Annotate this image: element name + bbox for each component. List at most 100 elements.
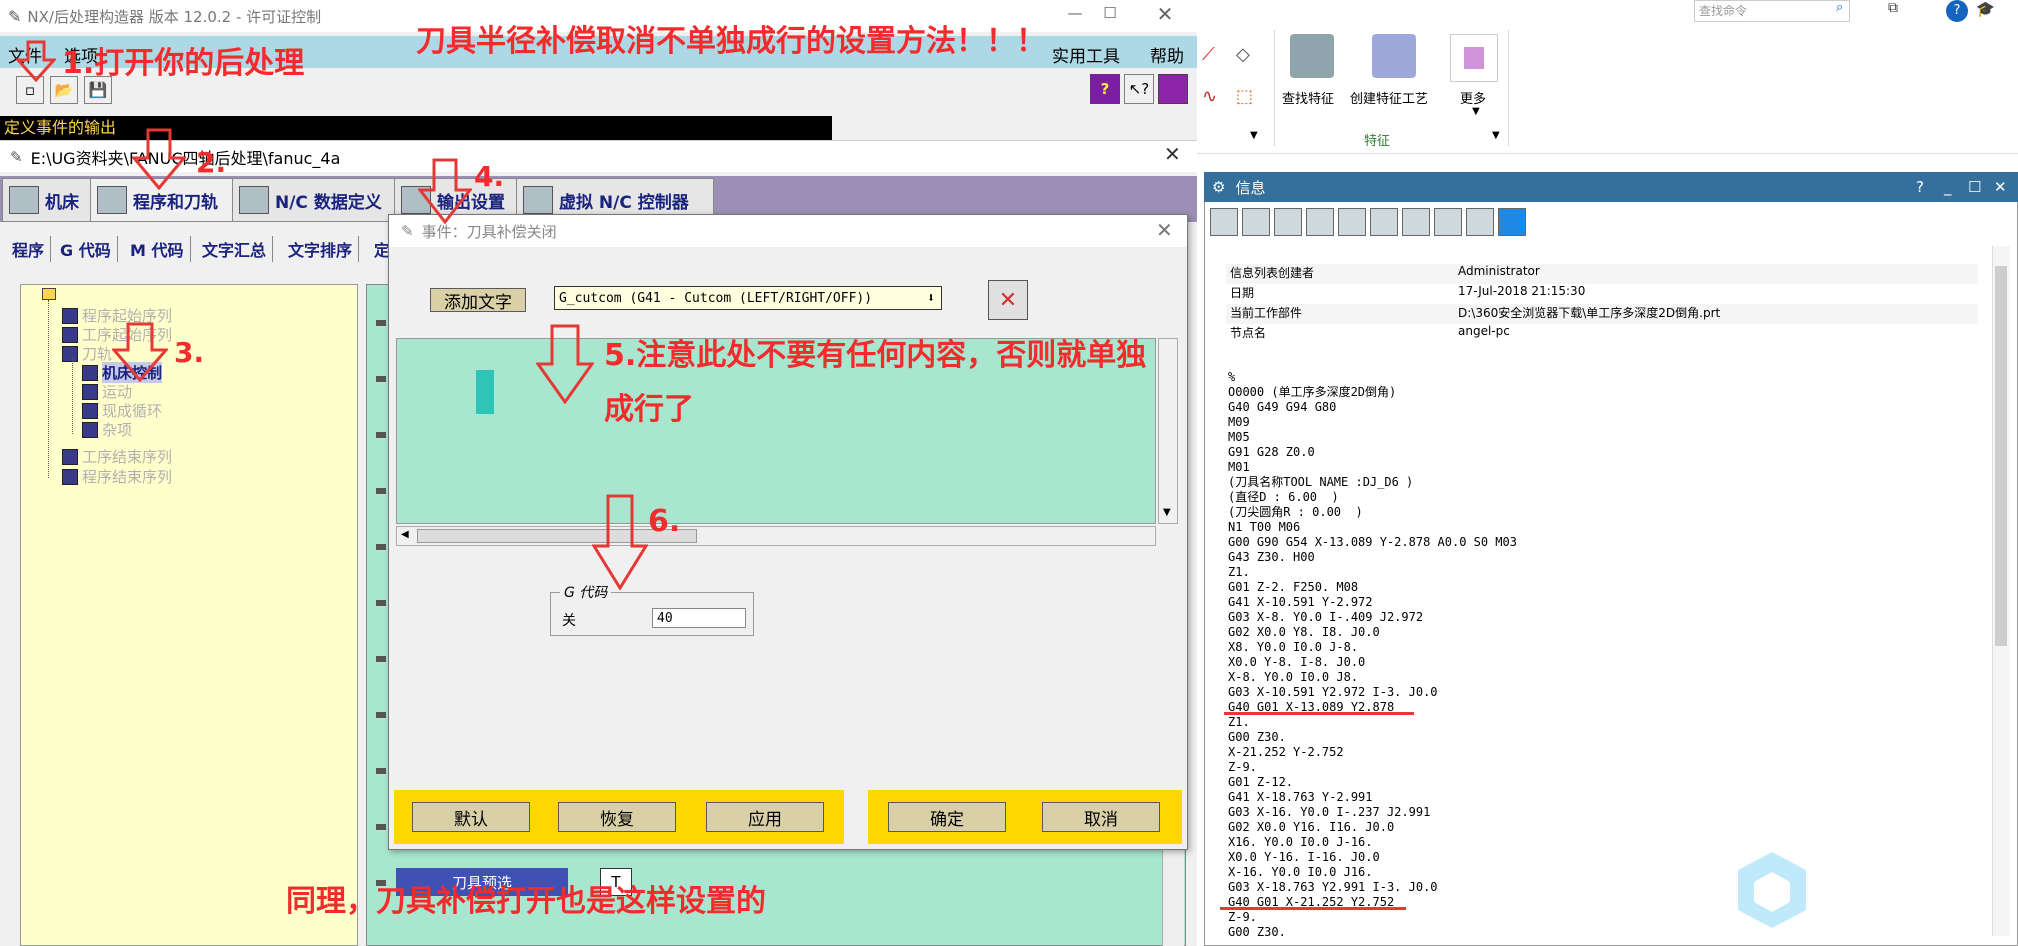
tree-item-canned-cycle[interactable]: 现成循环 [82, 400, 162, 421]
search-icon[interactable]: ⌕ [1836, 0, 1852, 20]
more-label[interactable]: 更多 [1460, 88, 1486, 107]
help-circle-icon[interactable]: ? [1946, 0, 1968, 22]
nc-code-line: G00 G90 G54 X-13.089 Y-2.878 A0.0 S0 M03 [1228, 535, 1517, 549]
tree-item-misc[interactable]: 杂项 [82, 419, 132, 440]
info-print-icon[interactable] [1242, 208, 1270, 236]
minimize-button[interactable]: — [1060, 4, 1090, 28]
manual-book-icon[interactable] [1158, 74, 1188, 104]
subtab-m-code[interactable]: M 代码 [124, 236, 191, 262]
gcode-off-input[interactable]: 40 [652, 608, 746, 628]
tree-node-icon [62, 326, 78, 343]
info-find-icon[interactable] [1402, 208, 1430, 236]
tree-item-motion[interactable]: 运动 [82, 381, 132, 402]
apply-label: 应用 [748, 809, 782, 830]
underline-g40-first [1224, 712, 1414, 715]
postbuilder-title: NX/后处理构造器 版本 12.0.2 - 许可证控制 [27, 7, 322, 26]
default-button[interactable]: 默认 [412, 802, 530, 832]
annotation-footer: 同理，刀具补偿打开也是这样设置的 [286, 884, 766, 919]
row-marker [376, 320, 386, 326]
down-arrow-icon [112, 322, 168, 382]
menu-help[interactable]: 帮助 [1150, 42, 1184, 67]
nx-command-search[interactable]: 查找命令 [1694, 0, 1850, 22]
info-cut-icon[interactable] [1274, 208, 1302, 236]
tree-node-icon [62, 468, 78, 485]
info-scroll-thumb[interactable] [1995, 266, 2007, 646]
tree-label: 现成循环 [102, 402, 163, 420]
tree-item-toolpath[interactable]: 刀轨 [62, 343, 112, 364]
sketch-line-icon[interactable]: ⟋ [1202, 44, 1226, 68]
create-feature-process-icon[interactable] [1372, 34, 1416, 78]
menu-utilities[interactable]: 实用工具 [1052, 42, 1120, 67]
sketch-offset-icon[interactable]: ⬚ [1236, 86, 1260, 110]
nc-code-line: X16. Y0.0 I0.0 J-16. [1228, 835, 1373, 849]
word-dropdown[interactable]: G_cutcom (G41 - Cutcom (LEFT/RIGHT/OFF))… [554, 286, 942, 310]
close-button[interactable]: ✕ [1150, 2, 1180, 26]
ribbon-expand-arrow-icon[interactable]: ▼ [1250, 130, 1258, 141]
info-vscrollbar[interactable] [1992, 246, 2010, 936]
template-vscrollbar[interactable]: ▼ [1158, 338, 1178, 524]
info-row-part: 当前工作部件 D:\360安全浏览器下载\单工序多深度2D倒角.prt [1226, 304, 1978, 324]
tab-virtual-label: 虚拟 N/C 控制器 [559, 192, 689, 213]
info-value: Administrator [1458, 264, 1540, 278]
info-minimize-icon[interactable]: _ [1944, 178, 1952, 196]
create-feature-process-label[interactable]: 创建特征工艺 [1350, 88, 1428, 107]
subtab-g-code[interactable]: G 代码 [54, 236, 118, 262]
info-maximize-icon[interactable]: ☐ [1968, 178, 1981, 196]
info-paste-icon[interactable] [1338, 208, 1366, 236]
tree-label: 程序结束序列 [82, 468, 173, 486]
watermark-cube-logo [1736, 850, 1808, 930]
subtab-word-summary[interactable]: 文字汇总 [196, 236, 274, 262]
info-key: 节点名 [1230, 326, 1267, 340]
info-copy-icon[interactable] [1306, 208, 1334, 236]
more-icon[interactable] [1450, 34, 1498, 82]
ok-button[interactable]: 确定 [888, 802, 1006, 832]
down-arrow-icon [536, 324, 594, 404]
machine-tab-icon [9, 186, 39, 214]
info-wrap-icon[interactable] [1466, 208, 1494, 236]
info-help-icon[interactable]: ? [1916, 178, 1924, 196]
nc-code-line: (刀尖圆角R : 0.00 ) [1228, 505, 1363, 519]
sketch-pattern-icon[interactable]: ◇ [1236, 44, 1260, 68]
help-balloon-icon[interactable]: ? [1090, 74, 1120, 104]
tab-machine[interactable]: 机床 [2, 178, 94, 222]
event-dialog-close-button[interactable]: ✕ [1156, 218, 1182, 244]
window-restore-icon[interactable]: ⧉ [1888, 0, 1912, 22]
info-delete-icon[interactable] [1370, 208, 1398, 236]
info-binoculars-icon[interactable] [1434, 208, 1462, 236]
default-label: 默认 [454, 809, 488, 830]
graduation-cap-icon[interactable]: 🎓 [1976, 0, 2000, 22]
scroll-down-arrow[interactable]: ▼ [1163, 507, 1171, 518]
tree-item-operation-end[interactable]: 工序结束序列 [62, 446, 172, 467]
nc-code-line: G43 Z30. H00 [1228, 550, 1315, 564]
nc-code-line: X0.0 Y-16. I-16. J0.0 [1228, 850, 1380, 864]
find-feature-icon[interactable] [1290, 34, 1334, 78]
apply-button[interactable]: 应用 [706, 802, 824, 832]
find-feature-label[interactable]: 查找特征 [1282, 88, 1334, 107]
info-close-icon[interactable]: ✕ [1994, 178, 2007, 196]
subtab-program[interactable]: 程序 [6, 236, 52, 262]
row-marker [376, 488, 386, 494]
info-collapse-icon[interactable] [1498, 208, 1526, 236]
path-close-button[interactable]: ✕ [1164, 142, 1190, 168]
context-help-icon[interactable]: ↖? [1124, 74, 1154, 104]
info-save-icon[interactable] [1210, 208, 1238, 236]
subtab-word-sequence[interactable]: 文字排序 [282, 236, 360, 262]
nc-code-line: G03 X-10.591 Y2.972 I-3. J0.0 [1228, 685, 1438, 699]
scroll-left-arrow[interactable]: ◀ [401, 529, 409, 540]
tree-item-program-end[interactable]: 程序结束序列 [62, 466, 172, 487]
info-toolbar [1210, 208, 1550, 238]
maximize-button[interactable]: ☐ [1095, 4, 1125, 28]
cancel-button[interactable]: 取消 [1042, 802, 1160, 832]
add-text-button[interactable]: 添加文字 [430, 288, 526, 313]
sketch-spline-icon[interactable]: ∿ [1202, 86, 1226, 110]
feature-group-expand-icon[interactable]: ▼ [1492, 130, 1500, 141]
more-chevron-icon[interactable]: ▼ [1472, 106, 1480, 117]
tree-line-vertical [48, 300, 49, 478]
trash-can-icon[interactable]: ✕ [988, 280, 1028, 320]
restore-button[interactable]: 恢复 [558, 802, 676, 832]
nc-code-line: G41 X-18.763 Y-2.991 [1228, 790, 1373, 804]
annotation-step5b: 成行了 [604, 392, 694, 427]
template-hscrollbar[interactable]: ◀ [396, 526, 1156, 546]
tab-nc-data[interactable]: N/C 数据定义 [232, 178, 398, 222]
info-key: 日期 [1230, 286, 1255, 300]
